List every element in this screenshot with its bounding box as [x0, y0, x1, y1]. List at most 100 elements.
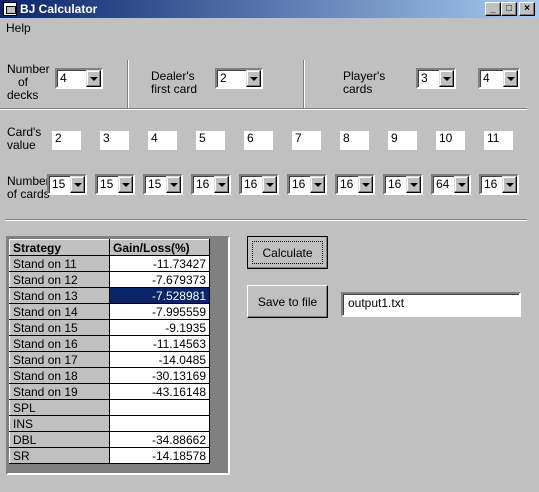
results-grid[interactable]: Strategy Gain/Loss(%) Stand on 11 -11.734…	[6, 236, 230, 475]
strategy-cell[interactable]: Stand on 14	[9, 303, 110, 320]
app-icon[interactable]	[3, 2, 17, 16]
card-count-combo[interactable]: 16	[335, 174, 375, 195]
chevron-down-icon[interactable]	[358, 176, 373, 193]
save-to-file-button[interactable]: Save to file	[247, 285, 328, 318]
table-row[interactable]: SPL	[9, 399, 210, 416]
chevron-down-icon[interactable]	[502, 176, 517, 193]
strategy-cell[interactable]: SPL	[9, 399, 110, 416]
card-value-field[interactable]: 8	[340, 131, 369, 150]
decks-combo[interactable]: 4	[55, 68, 103, 89]
gain-loss-cell[interactable]: -14.0485	[109, 351, 210, 368]
strategy-cell[interactable]: Stand on 12	[9, 271, 110, 288]
table-row[interactable]: Stand on 19 -43.16148	[9, 383, 210, 400]
chevron-down-icon[interactable]	[503, 70, 518, 87]
chevron-down-icon[interactable]	[214, 176, 229, 193]
gain-loss-cell[interactable]: -43.16148	[109, 383, 210, 400]
card-count-value: 16	[244, 177, 258, 191]
strategy-cell[interactable]: Stand on 18	[9, 367, 110, 384]
table-row[interactable]: Stand on 14 -7.995559	[9, 303, 210, 320]
table-row[interactable]: SR -14.18578	[9, 447, 210, 464]
gain-loss-cell[interactable]	[109, 415, 210, 432]
strategy-cell[interactable]: Stand on 15	[9, 319, 110, 336]
card-count-combo[interactable]: 16	[479, 174, 519, 195]
strategy-cell[interactable]: INS	[9, 415, 110, 432]
card-value-field[interactable]: 9	[388, 131, 417, 150]
card-value-label-line2: value	[7, 138, 36, 152]
gain-loss-cell[interactable]: -7.528981	[109, 287, 210, 304]
chevron-down-icon[interactable]	[70, 176, 85, 193]
card-value-field[interactable]: 2	[52, 131, 81, 150]
card-value-field[interactable]: 5	[196, 131, 225, 150]
table-row[interactable]: Stand on 16 -11.14563	[9, 335, 210, 352]
card-count-combo[interactable]: 15	[95, 174, 135, 195]
gain-loss-cell[interactable]: -7.679373	[109, 271, 210, 288]
chevron-down-icon[interactable]	[118, 176, 133, 193]
output-filename-field[interactable]: output1.txt	[341, 292, 521, 317]
column-header-strategy[interactable]: Strategy	[9, 239, 110, 256]
strategy-cell[interactable]: Stand on 16	[9, 335, 110, 352]
table-row[interactable]: Stand on 11 -11.73427	[9, 255, 210, 272]
gain-loss-cell[interactable]: -34.88662	[109, 431, 210, 448]
table-row[interactable]: Stand on 13 -7.528981	[9, 287, 210, 304]
card-value-field[interactable]: 4	[148, 131, 177, 150]
card-count-combo[interactable]: 16	[383, 174, 423, 195]
card-count-value: 15	[148, 177, 162, 191]
gain-loss-cell[interactable]: -7.995559	[109, 303, 210, 320]
gain-loss-cell[interactable]: -11.14563	[109, 335, 210, 352]
strategy-cell[interactable]: Stand on 19	[9, 383, 110, 400]
card-value-field[interactable]: 3	[100, 131, 129, 150]
title-bar[interactable]: BJ Calculator _ □ ×	[0, 0, 539, 18]
maximize-button[interactable]: □	[501, 2, 517, 16]
player-card1-combo[interactable]: 3	[416, 68, 456, 89]
chevron-down-icon[interactable]	[262, 176, 277, 193]
strategy-cell[interactable]: SR	[9, 447, 110, 464]
dealer-card-combo[interactable]: 2	[215, 68, 263, 89]
card-count-combo[interactable]: 64	[431, 174, 471, 195]
card-count-combo[interactable]: 16	[239, 174, 279, 195]
gain-loss-cell[interactable]	[109, 399, 210, 416]
card-count-combo[interactable]: 15	[143, 174, 183, 195]
calculate-button[interactable]: Calculate	[247, 236, 328, 269]
column-header-gain-loss[interactable]: Gain/Loss(%)	[109, 239, 210, 256]
chevron-down-icon[interactable]	[166, 176, 181, 193]
decks-value: 4	[60, 71, 67, 85]
player-card2-combo[interactable]: 4	[478, 68, 520, 89]
chevron-down-icon[interactable]	[246, 70, 261, 87]
card-value-field[interactable]: 7	[292, 131, 321, 150]
strategy-cell[interactable]: DBL	[9, 431, 110, 448]
table-row[interactable]: Stand on 15 -9.1935	[9, 319, 210, 336]
close-button[interactable]: ×	[519, 2, 535, 16]
table-row[interactable]: Stand on 12 -7.679373	[9, 271, 210, 288]
chevron-down-icon[interactable]	[454, 176, 469, 193]
player-card2-value: 4	[483, 71, 490, 85]
gain-loss-cell[interactable]: -14.18578	[109, 447, 210, 464]
card-value-field[interactable]: 11	[484, 131, 513, 150]
table-row[interactable]: DBL -34.88662	[9, 431, 210, 448]
card-count-combo[interactable]: 16	[191, 174, 231, 195]
chevron-down-icon[interactable]	[439, 70, 454, 87]
chevron-down-icon[interactable]	[310, 176, 325, 193]
table-row[interactable]: INS	[9, 415, 210, 432]
card-value-label-line1: Card's	[7, 125, 42, 139]
card-count-combo[interactable]: 15	[47, 174, 87, 195]
card-count-value: 16	[196, 177, 210, 191]
table-row[interactable]: Stand on 18 -30.13169	[9, 367, 210, 384]
menu-help[interactable]: Help	[6, 20, 31, 36]
strategy-cell[interactable]: Stand on 11	[9, 255, 110, 272]
separator	[5, 219, 527, 221]
gain-loss-cell[interactable]: -30.13169	[109, 367, 210, 384]
chevron-down-icon[interactable]	[406, 176, 421, 193]
card-value-field[interactable]: 6	[244, 131, 273, 150]
gain-loss-cell[interactable]: -11.73427	[109, 255, 210, 272]
player-card1-value: 3	[421, 71, 428, 85]
card-value-field[interactable]: 10	[436, 131, 465, 150]
window-title: BJ Calculator	[20, 2, 98, 16]
strategy-cell[interactable]: Stand on 17	[9, 351, 110, 368]
dealer-label-line2: first card	[151, 82, 198, 96]
strategy-cell[interactable]: Stand on 13	[9, 287, 110, 304]
table-row[interactable]: Stand on 17 -14.0485	[9, 351, 210, 368]
minimize-button[interactable]: _	[485, 2, 501, 16]
chevron-down-icon[interactable]	[86, 70, 101, 87]
gain-loss-cell[interactable]: -9.1935	[109, 319, 210, 336]
card-count-combo[interactable]: 16	[287, 174, 327, 195]
